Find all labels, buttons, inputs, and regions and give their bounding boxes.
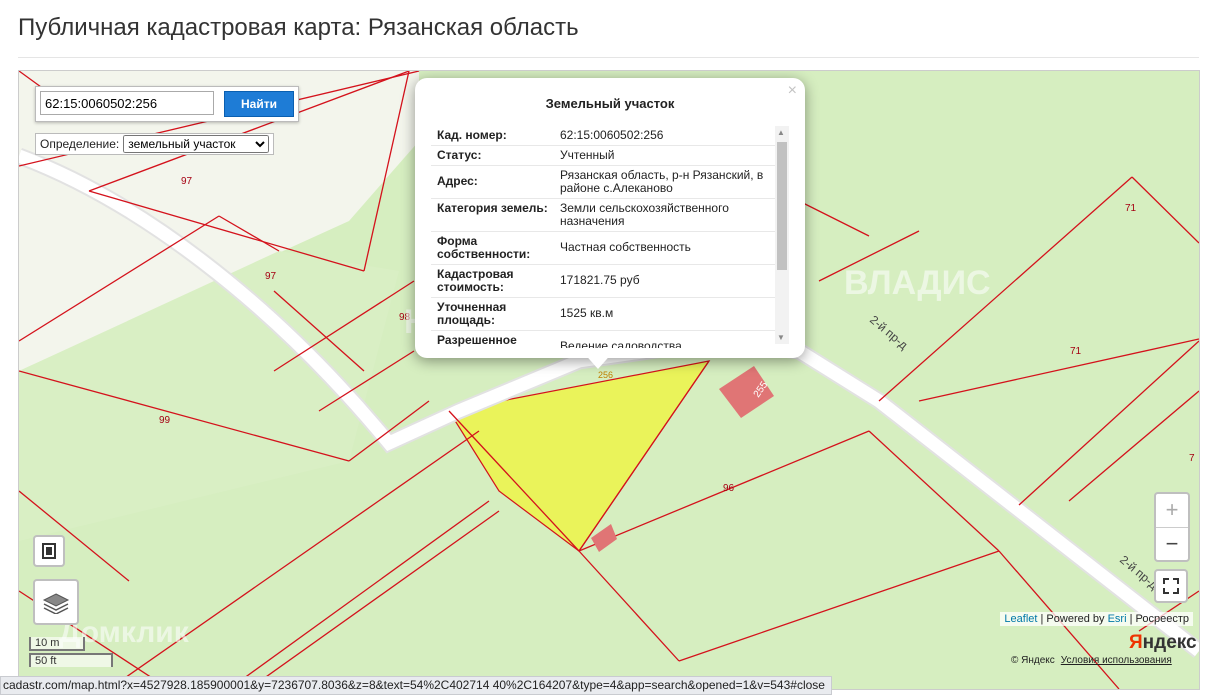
print-button[interactable] <box>33 535 65 567</box>
info-row: Форма собственности: Частная собственност… <box>431 232 789 265</box>
definition-label: Определение: <box>40 137 120 151</box>
zoom-out-button[interactable]: − <box>1156 528 1188 561</box>
scroll-down-icon: ▼ <box>777 333 785 342</box>
print-icon <box>42 543 56 559</box>
info-row: Уточненная площадь: 1525 кв.м <box>431 298 789 331</box>
scale-imperial: 50 ft <box>29 653 113 667</box>
parcel-popup: × Земельный участок Кад. номер: 62:15:006… <box>415 78 805 358</box>
definition-select[interactable]: земельный участок <box>123 135 270 153</box>
layers-icon <box>42 593 70 614</box>
parcel-label: 7 <box>1189 453 1195 464</box>
info-row: Статус: Учтенный <box>431 146 789 166</box>
street-label: 2-й пр-д <box>867 313 910 353</box>
attribution: Leaflet | Powered by Esri | Росреестр <box>1000 612 1193 626</box>
map-container[interactable]: 97 97 98 99 96 71 71 7 256 255 2-й пр-д … <box>18 70 1200 690</box>
info-row: Кадастровая стоимость: 171821.75 руб <box>431 265 789 298</box>
status-bar-url: cadastr.com/map.html?x=4527928.185900001… <box>0 676 832 695</box>
info-row: Разрешенное Ведение садоводства <box>431 331 789 349</box>
search-input[interactable] <box>40 91 214 115</box>
parcel-label: 96 <box>723 483 735 494</box>
popup-tip <box>582 351 614 369</box>
parcel-label: 98 <box>399 312 411 323</box>
fullscreen-button[interactable] <box>1154 569 1188 603</box>
layers-button[interactable] <box>33 579 79 625</box>
zoom-control: + − <box>1154 492 1190 562</box>
esri-link[interactable]: Esri <box>1108 613 1127 625</box>
fullscreen-icon <box>1163 578 1179 594</box>
info-row: Кад. номер: 62:15:0060502:256 <box>431 126 789 146</box>
leaflet-link[interactable]: Leaflet <box>1004 613 1037 625</box>
parcel-label: 71 <box>1070 346 1082 357</box>
parcel-label: 97 <box>265 271 277 282</box>
search-panel: Найти <box>35 86 299 122</box>
selected-parcel-256 <box>448 360 711 552</box>
info-row: Адрес: Рязанская область, р-н Рязанский, … <box>431 166 789 199</box>
search-button[interactable]: Найти <box>224 91 294 117</box>
page-title: Публичная кадастровая карта: Рязанская о… <box>18 14 579 41</box>
parcel-label: 256 <box>598 370 613 380</box>
zoom-in-button[interactable]: + <box>1156 494 1188 528</box>
yandex-copyright: © Яндекс Условия использования <box>1011 655 1172 666</box>
scale-metric: 10 m <box>29 637 85 651</box>
yandex-logo[interactable]: Яндекс <box>1129 632 1197 654</box>
scroll-thumb[interactable] <box>777 142 787 270</box>
parcel-label: 97 <box>181 176 193 187</box>
popup-title: Земельный участок <box>545 96 675 111</box>
parcel-label: 71 <box>1125 203 1137 214</box>
scroll-up-icon: ▲ <box>777 128 785 137</box>
parcel-label: 99 <box>159 415 171 426</box>
popup-body[interactable]: Кад. номер: 62:15:0060502:256 Статус: Учте… <box>431 126 789 348</box>
info-row: Категория земель: Земли сельскохозяйствен… <box>431 199 789 232</box>
title-divider <box>18 57 1199 58</box>
definition-panel: Определение: земельный участок <box>35 133 275 155</box>
popup-scrollbar[interactable]: ▲ ▼ <box>775 126 789 344</box>
terms-link[interactable]: Условия использования <box>1061 655 1172 666</box>
